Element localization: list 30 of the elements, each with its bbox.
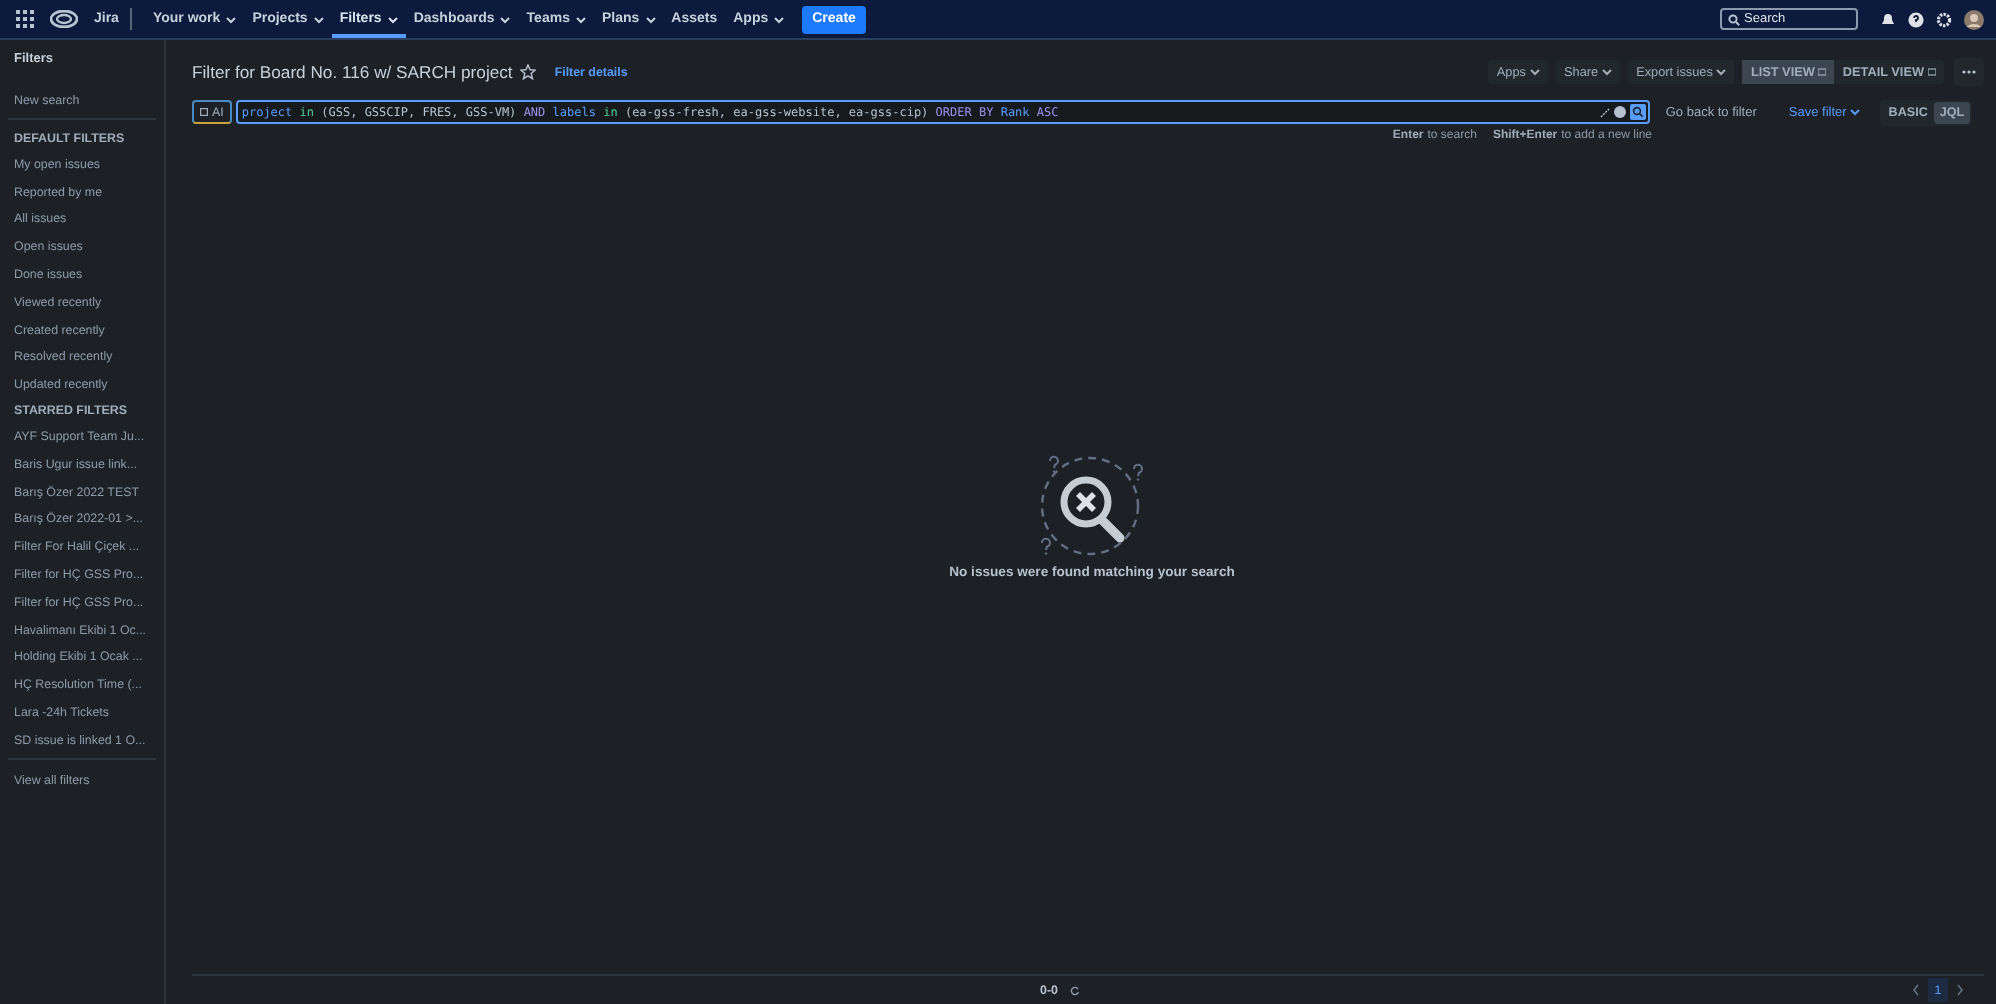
- star-icon[interactable]: [520, 64, 537, 80]
- view-icon: [1928, 68, 1936, 76]
- logo-icon[interactable]: [50, 10, 78, 28]
- view-icon: [1818, 68, 1827, 76]
- caret-icon: [313, 15, 324, 23]
- caret-icon: [387, 15, 398, 23]
- avatar-icon[interactable]: [1964, 9, 1984, 29]
- caret-icon: [1602, 68, 1613, 76]
- ai-icon: [200, 108, 208, 116]
- settings-icon[interactable]: [1936, 11, 1952, 27]
- help-icon[interactable]: [1908, 11, 1924, 27]
- app-switcher-icon[interactable]: [16, 10, 34, 28]
- page-title: Filter for Board No. 116 w/ SARCH project: [192, 62, 513, 82]
- caret-icon: [575, 15, 586, 23]
- caret-icon: [500, 15, 511, 23]
- expand-icon[interactable]: [1599, 107, 1610, 117]
- notifications-icon[interactable]: [1880, 11, 1896, 27]
- no-results-drawing: [1036, 454, 1148, 558]
- caret-icon: [645, 15, 656, 23]
- refresh-icon[interactable]: [1069, 985, 1080, 995]
- help-icon[interactable]: [1613, 106, 1626, 118]
- caret-icon: [774, 15, 785, 23]
- caret-icon: [1716, 68, 1727, 76]
- search-icon[interactable]: [1629, 104, 1646, 120]
- next-page-icon[interactable]: [1956, 984, 1964, 996]
- caret-icon: [226, 15, 237, 23]
- caret-icon: [1850, 108, 1861, 116]
- more-button[interactable]: [1954, 58, 1984, 86]
- previous-page-icon[interactable]: [1912, 984, 1920, 996]
- caret-icon: [1530, 68, 1540, 76]
